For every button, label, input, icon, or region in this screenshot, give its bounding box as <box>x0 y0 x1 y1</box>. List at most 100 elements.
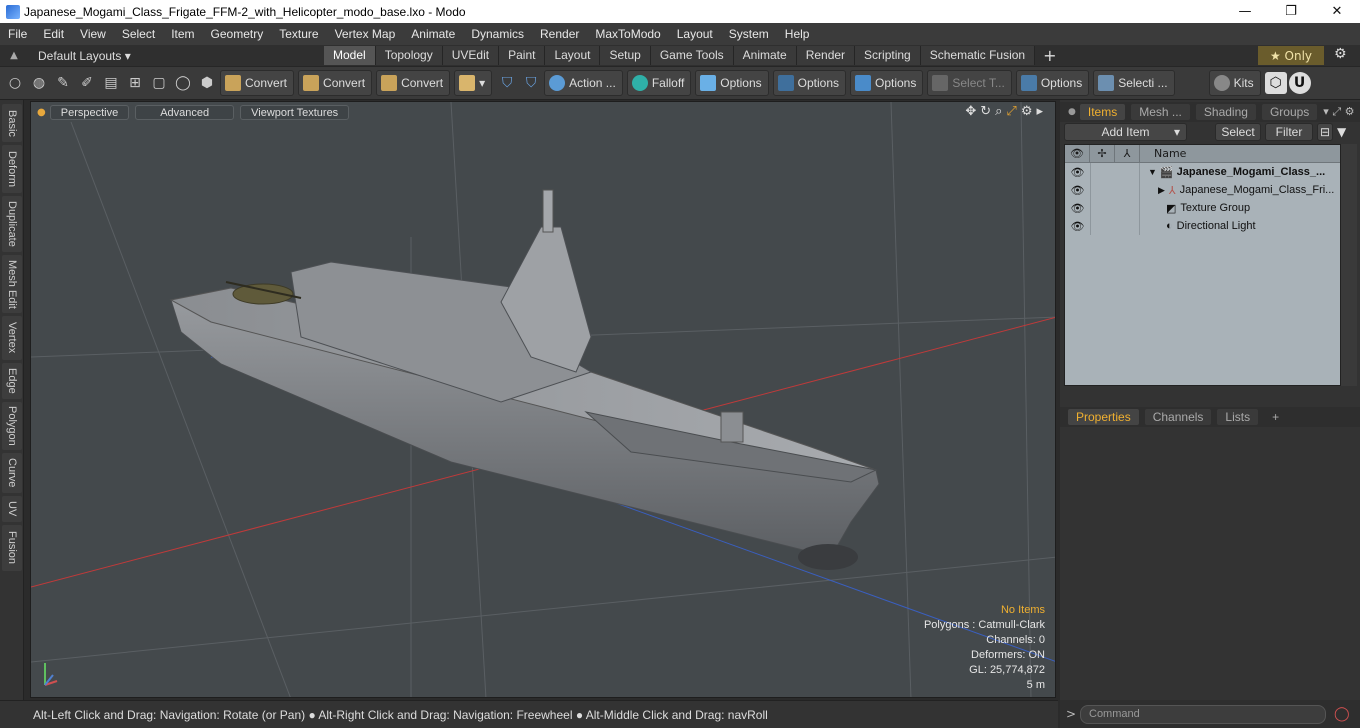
tab-paint[interactable]: Paint <box>499 46 546 65</box>
tab-groups[interactable]: Groups <box>1261 104 1318 120</box>
menu-system[interactable]: System <box>721 27 777 41</box>
selection-button[interactable]: Selecti ... <box>1093 70 1175 96</box>
vtab-fusion[interactable]: Fusion <box>2 525 22 571</box>
eye-icon[interactable]: 👁 <box>1065 220 1090 233</box>
type-column-icon[interactable]: ⅄ <box>1115 144 1140 163</box>
symmetry-icon[interactable]: ⛉ <box>520 72 542 94</box>
vtab-mesh-edit[interactable]: Mesh Edit <box>2 255 22 313</box>
viewport-textures-dropdown[interactable]: Viewport Textures <box>240 104 350 120</box>
tab-shading[interactable]: Shading <box>1195 104 1256 120</box>
tab-layout[interactable]: Layout <box>545 46 601 65</box>
tab-schematic-fusion[interactable]: Schematic Fusion <box>920 46 1036 65</box>
vtab-duplicate[interactable]: Duplicate <box>2 196 22 252</box>
item-row-mesh[interactable]: 👁 ▶ ⅄ Japanese_Mogami_Class_Fri... <box>1065 181 1340 199</box>
menu-select[interactable]: Select <box>114 27 163 41</box>
eye-icon[interactable]: 👁 <box>1065 166 1090 179</box>
viewport-settings-icon[interactable]: ⚙ <box>1021 104 1033 119</box>
3d-viewport[interactable]: ● Perspective Advanced Viewport Textures… <box>30 101 1056 698</box>
add-item-button[interactable]: Add Item ▾ <box>1064 123 1187 141</box>
perspective-dropdown[interactable]: Perspective <box>49 104 130 120</box>
unreal-icon[interactable]: U <box>1288 72 1311 94</box>
frame-icon[interactable]: ▢ <box>148 72 170 94</box>
gear-icon[interactable]: ⚙ <box>1334 46 1347 62</box>
rotate-view-icon[interactable]: ↻ <box>980 104 991 119</box>
item-row-texture-group[interactable]: 👁 ◩ Texture Group <box>1065 199 1340 217</box>
menu-view[interactable]: View <box>72 27 114 41</box>
item-row-directional-light[interactable]: 👁 ◐ Directional Light <box>1065 217 1340 235</box>
name-column-header[interactable]: Name <box>1140 147 1186 160</box>
maximize-button[interactable]: ❐ <box>1268 0 1314 23</box>
tab-lists[interactable]: Lists <box>1217 409 1259 425</box>
expand-arrow-icon[interactable]: ▼ <box>1148 167 1157 177</box>
funnel-icon[interactable]: ▼ <box>1337 125 1346 139</box>
convert-button-1[interactable]: Convert <box>220 70 295 96</box>
vtab-vertex[interactable]: Vertex <box>2 316 22 360</box>
vtab-curve[interactable]: Curve <box>2 453 22 493</box>
close-button[interactable]: ✕ <box>1314 0 1360 23</box>
visibility-column-icon[interactable]: 👁 <box>1065 144 1090 163</box>
select-button[interactable]: Select <box>1215 123 1261 141</box>
move-view-icon[interactable]: ✥ <box>965 104 976 119</box>
item-list-scrollbar[interactable] <box>1341 144 1357 386</box>
zoom-icon[interactable]: ⌕ <box>995 104 1002 119</box>
menu-animate[interactable]: Animate <box>403 27 463 41</box>
options-button-2[interactable]: Options <box>772 70 846 96</box>
menu-item[interactable]: Item <box>163 27 202 41</box>
command-input[interactable]: Command <box>1080 704 1326 724</box>
select-through-button[interactable]: Select T... <box>927 70 1012 96</box>
layouts-dropdown[interactable]: Default Layouts ▾ <box>28 49 324 63</box>
grid-icon[interactable]: ⊞ <box>124 72 146 94</box>
viewport-menu-icon[interactable]: ● <box>37 107 46 118</box>
tab-topology[interactable]: Topology <box>375 46 443 65</box>
viewport-more-icon[interactable]: ▸ <box>1036 104 1043 119</box>
only-toggle[interactable]: ★ Only <box>1258 46 1324 65</box>
pen-icon[interactable]: ✎ <box>52 72 74 94</box>
tab-scripting[interactable]: Scripting <box>855 46 921 65</box>
expand-arrow-icon[interactable]: ▶ <box>1158 185 1165 196</box>
menu-dynamics[interactable]: Dynamics <box>463 27 532 41</box>
tab-animate[interactable]: Animate <box>733 46 797 65</box>
vtab-deform[interactable]: Deform <box>2 145 22 193</box>
lock-column-icon[interactable]: ✢ <box>1090 144 1115 163</box>
menu-maxtomodo[interactable]: MaxToModo <box>587 27 668 41</box>
advanced-dropdown[interactable]: Advanced <box>135 104 235 120</box>
kits-button[interactable]: Kits <box>1208 70 1261 96</box>
options-button-1[interactable]: Options <box>695 70 769 96</box>
minimize-button[interactable]: — <box>1222 0 1268 23</box>
vtab-polygon[interactable]: Polygon <box>2 402 22 450</box>
item-row-scene[interactable]: 👁 ▼ 🎬 Japanese_Mogami_Class_... <box>1065 163 1340 181</box>
layers-icon[interactable]: ▤ <box>100 72 122 94</box>
tab-channels[interactable]: Channels <box>1144 409 1212 425</box>
snap-icon[interactable]: ⛉ <box>496 72 518 94</box>
tab-model[interactable]: Model <box>324 46 376 65</box>
unity-icon[interactable]: ⬡ <box>1264 72 1287 94</box>
menu-help[interactable]: Help <box>777 27 818 41</box>
menu-layout[interactable]: Layout <box>669 27 721 41</box>
menu-texture[interactable]: Texture <box>271 27 326 41</box>
tab-mesh[interactable]: Mesh ... <box>1131 104 1190 120</box>
globe-icon[interactable]: ◍ <box>28 72 50 94</box>
brush-icon[interactable]: ✐ <box>76 72 98 94</box>
eye-icon[interactable]: 👁 <box>1065 202 1090 215</box>
panel-expand-icon[interactable]: ▾ ⤢ ⚙ <box>1323 105 1354 119</box>
menu-edit[interactable]: Edit <box>35 27 72 41</box>
box-dropdown[interactable]: ▾ <box>454 70 493 96</box>
filter-button[interactable]: Filter <box>1265 123 1313 141</box>
panel-menu-icon[interactable]: ● <box>1068 107 1076 117</box>
action-button[interactable]: Action ... <box>544 70 623 96</box>
tab-uvedit[interactable]: UVEdit <box>442 46 500 65</box>
add-panel-tab-icon[interactable]: + <box>1264 409 1287 425</box>
options-button-4[interactable]: Options <box>1015 70 1090 96</box>
tab-items[interactable]: Items <box>1079 104 1126 120</box>
collapse-list-icon[interactable]: ⊟ <box>1317 123 1333 141</box>
record-icon[interactable]: ◯ <box>1334 706 1350 722</box>
tab-game-tools[interactable]: Game Tools <box>650 46 734 65</box>
menu-vertex-map[interactable]: Vertex Map <box>327 27 404 41</box>
vertex-mode-icon[interactable]: ○ <box>4 72 26 94</box>
eye-icon[interactable]: 👁 <box>1065 184 1090 197</box>
menu-geometry[interactable]: Geometry <box>203 27 272 41</box>
vtab-edge[interactable]: Edge <box>2 363 22 399</box>
convert-button-2[interactable]: Convert <box>298 70 373 96</box>
vtab-basic[interactable]: Basic <box>2 104 22 142</box>
collapse-icon[interactable]: ▲ <box>0 50 28 61</box>
